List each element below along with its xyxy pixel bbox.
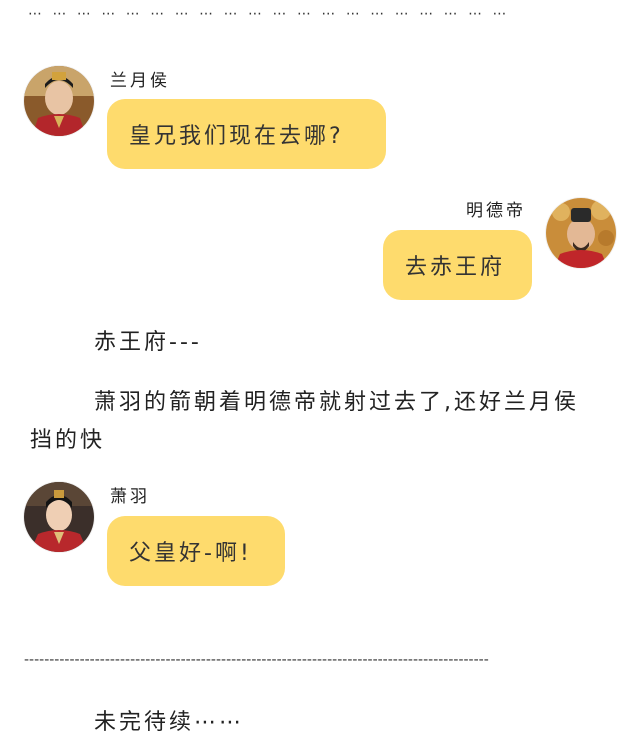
speaker-name: 萧羽 [110, 487, 150, 507]
top-ellipsis-divider: ⋯ ⋯ ⋯ ⋯ ⋯ ⋯ ⋯ ⋯ ⋯ ⋯ ⋯ ⋯ ⋯ ⋯ ⋯ ⋯ ⋯ ⋯ ⋯ ⋯ [28, 6, 510, 22]
narration-paragraph: 萧羽的箭朝着明德帝就射过去了,还好兰月侯挡的快 [30, 390, 579, 453]
narration-heading: 赤王府--- [94, 330, 202, 355]
dashed-separator: ----------------------------------------… [24, 652, 489, 668]
avatar-mingdedi[interactable] [546, 198, 616, 268]
message-bubble[interactable]: 父皇好-啊! [107, 516, 285, 586]
message-bubble[interactable]: 去赤王府 [383, 230, 532, 300]
speaker-name: 明德帝 [466, 201, 526, 221]
message-text: 去赤王府 [405, 255, 506, 280]
portrait-icon [24, 482, 94, 552]
message-text: 父皇好-啊! [129, 541, 252, 566]
message-text: 皇兄我们现在去哪? [129, 124, 344, 149]
avatar-xiaoyu[interactable] [24, 482, 94, 552]
portrait-icon [546, 198, 616, 268]
message-bubble[interactable]: 皇兄我们现在去哪? [107, 99, 386, 169]
speaker-name: 兰月侯 [110, 71, 170, 91]
portrait-icon [24, 66, 94, 136]
avatar-lanyuehou[interactable] [24, 66, 94, 136]
to-be-continued-text: 未完待续⋯⋯ [94, 710, 245, 735]
